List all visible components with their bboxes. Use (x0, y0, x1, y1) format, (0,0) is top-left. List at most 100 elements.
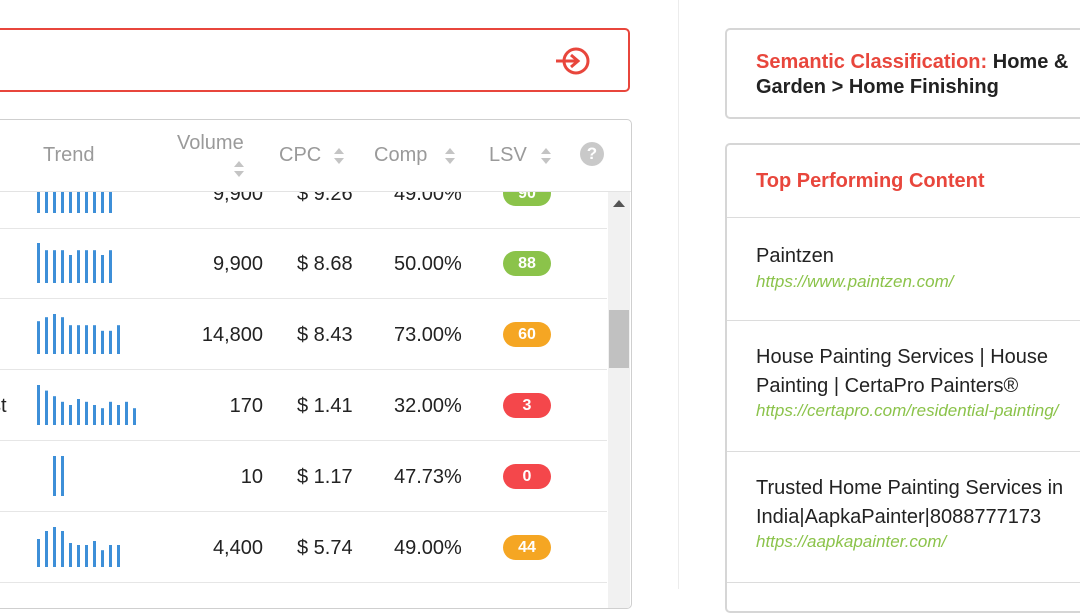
trend-sparkline (37, 192, 112, 213)
panel-divider (678, 0, 679, 589)
content-item[interactable]: Paintzen https://www.paintzen.com/ (727, 218, 1080, 321)
comp-cell: 32.00% (394, 395, 462, 417)
column-comp[interactable]: Comp (374, 144, 427, 167)
trend-bar (85, 545, 88, 567)
content-item[interactable]: House Painting Services | House Painting… (727, 321, 1080, 452)
trend-bar (61, 250, 64, 283)
trend-bar (61, 531, 64, 567)
trend-bar (85, 401, 88, 425)
column-volume[interactable]: Volume (177, 132, 244, 155)
trend-bar (45, 250, 48, 283)
cpc-cell: $ 8.68 (297, 253, 353, 275)
semantic-label: Semantic Classification: (756, 51, 988, 73)
cpc-cell: $ 1.41 (297, 395, 353, 417)
trend-bar (53, 250, 56, 283)
table-row[interactable]: st 170 $ 1.41 32.00% 3 (0, 371, 607, 441)
cpc-cell: $ 8.43 (297, 324, 353, 346)
content-item[interactable]: Trusted Home Painting Services in India|… (727, 452, 1080, 583)
table-row[interactable]: 14,800 $ 8.43 73.00% 60 (0, 300, 607, 370)
scroll-up-icon[interactable] (613, 200, 625, 207)
trend-bar (37, 321, 40, 354)
scroll-thumb[interactable] (609, 310, 629, 368)
content-title[interactable]: Trusted Home Painting Services in India|… (756, 474, 1080, 532)
trend-bar (133, 408, 136, 425)
trend-bar (109, 401, 112, 425)
volume-cell: 9,900 (212, 253, 263, 275)
content-title[interactable]: Paintzen (756, 242, 1080, 271)
trend-bar (77, 192, 80, 213)
trend-bar (53, 396, 56, 425)
trend-bar (109, 250, 112, 283)
comp-cell: 49.00% (394, 192, 462, 205)
table-header: Trend Volume CPC Comp LSV ? (0, 120, 631, 192)
keyword-cell[interactable]: y (0, 192, 1, 206)
sort-icon[interactable] (233, 160, 245, 178)
trend-bar (85, 192, 88, 213)
cpc-cell: $ 5.74 (297, 537, 353, 559)
column-cpc[interactable]: CPC (279, 144, 321, 167)
trend-sparkline (53, 456, 64, 496)
sort-icon[interactable] (540, 147, 552, 165)
trend-bar (117, 325, 120, 354)
trend-bar (77, 545, 80, 567)
comp-cell: 50.00% (394, 253, 462, 275)
lsv-badge: 0 (503, 464, 551, 489)
sort-icon[interactable] (444, 147, 456, 165)
content-url[interactable]: https://aapkapainter.com/ (756, 532, 946, 552)
content-url[interactable]: https://certapro.com/residential-paintin… (756, 401, 1058, 421)
trend-bar (45, 390, 48, 425)
trend-bar (37, 243, 40, 283)
trend-bar (53, 456, 56, 496)
lsv-badge: 3 (503, 393, 551, 418)
trend-bar (77, 325, 80, 354)
trend-bar (53, 192, 56, 213)
top-content-panel: Top Performing Content Paintzen https://… (725, 143, 1080, 613)
table-row[interactable]: 4,400 $ 5.74 49.00% 44 (0, 513, 607, 583)
trend-bar (45, 317, 48, 354)
comp-cell: 47.73% (394, 466, 462, 488)
top-content-title: Top Performing Content (756, 170, 985, 192)
trend-bar (69, 543, 72, 567)
column-lsv[interactable]: LSV (489, 144, 527, 167)
trend-bar (69, 192, 72, 213)
content-url[interactable]: https://www.paintzen.com/ (756, 272, 953, 292)
sort-icon[interactable] (333, 147, 345, 165)
trend-bar (61, 456, 64, 496)
trend-bar (117, 545, 120, 567)
trend-sparkline (37, 243, 112, 283)
content-title[interactable]: House Painting Services | House Painting… (756, 343, 1080, 401)
trend-bar (37, 385, 40, 425)
table-row[interactable]: 9,900 $ 8.68 50.00% 88 (0, 229, 607, 299)
table-row[interactable]: y 9,900 $ 9.26 49.00% 90 (0, 192, 607, 229)
trend-bar (109, 330, 112, 354)
sign-in-icon[interactable] (554, 46, 594, 76)
trend-bar (37, 539, 40, 567)
search-input[interactable] (0, 28, 630, 92)
lsv-badge: 60 (503, 322, 551, 347)
trend-bar (109, 192, 112, 213)
trend-sparkline (37, 527, 120, 567)
volume-cell: 14,800 (201, 324, 263, 346)
table-row[interactable]: 10 $ 1.17 47.73% 0 (0, 442, 607, 512)
trend-bar (61, 192, 64, 213)
trend-bar (61, 401, 64, 425)
volume-cell: 10 (240, 466, 263, 488)
trend-sparkline (37, 314, 120, 354)
trend-bar (101, 255, 104, 283)
trend-bar (37, 192, 40, 213)
trend-bar (61, 317, 64, 354)
trend-bar (93, 325, 96, 354)
trend-bar (85, 250, 88, 283)
semantic-classification: Semantic Classification: Home & Garden >… (756, 50, 1080, 100)
trend-bar (101, 408, 104, 425)
lsv-badge: 88 (503, 251, 551, 276)
trend-bar (53, 527, 56, 567)
keyword-cell[interactable]: st (0, 395, 7, 418)
volume-cell: 9,900 (212, 192, 263, 205)
trend-bar (69, 325, 72, 354)
help-icon[interactable]: ? (580, 142, 604, 166)
trend-bar (69, 255, 72, 283)
table-scrollbar[interactable] (608, 192, 630, 608)
keyword-table: Trend Volume CPC Comp LSV ? y 9,900 $ 9.… (0, 119, 632, 609)
cpc-cell: $ 9.26 (297, 192, 353, 205)
